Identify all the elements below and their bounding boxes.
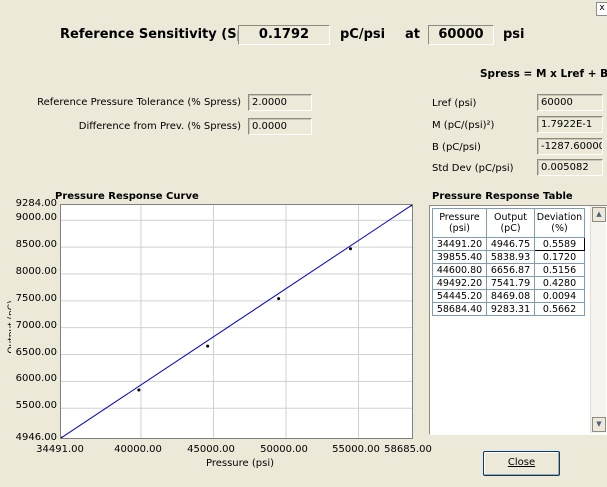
table-row[interactable]: 58684.40 9283.31 0.5662: [432, 302, 585, 316]
cell-deviation[interactable]: 0.0094: [534, 289, 585, 303]
b-field: -1287.600000: [537, 138, 603, 155]
chart-plot-area: [60, 204, 413, 439]
y-tick: 8500.00: [15, 239, 57, 250]
data-point: [206, 344, 210, 348]
lref-label: Lref (psi): [432, 98, 477, 109]
cell-output[interactable]: 6656.87: [486, 263, 535, 277]
pressure-response-chart: [61, 205, 412, 438]
fit-line: [61, 205, 412, 438]
cell-deviation[interactable]: 0.1720: [534, 250, 585, 264]
pressure-response-table: Pressure (psi) Output (pC) Deviation (%)…: [432, 208, 585, 316]
cell-deviation[interactable]: 0.5589: [534, 237, 585, 251]
sensitivity-value-field: 0.1792: [238, 25, 330, 45]
table-row[interactable]: 39855.40 5838.93 0.1720: [432, 250, 585, 264]
lref-field: 60000: [537, 94, 603, 111]
x-tick: 50000.00: [260, 444, 308, 455]
table-row[interactable]: 49492.20 7541.79 0.4280: [432, 276, 585, 290]
cell-output[interactable]: 8469.08: [486, 289, 535, 303]
table-row[interactable]: 34491.20 4946.75 0.5589: [432, 237, 585, 251]
y-tick: 6000.00: [15, 373, 57, 384]
table-row[interactable]: 54445.20 8469.08 0.0094: [432, 289, 585, 303]
window-close-icon[interactable]: x: [596, 2, 607, 16]
cell-output[interactable]: 4946.75: [486, 237, 535, 251]
std-dev-label: Std Dev (pC/psi): [432, 163, 514, 174]
x-tick: 34491.00: [36, 444, 84, 455]
chart-title: Pressure Response Curve: [55, 191, 199, 202]
table-header-output[interactable]: Output (pC): [486, 208, 535, 238]
close-button[interactable]: Close: [483, 451, 560, 476]
y-tick: 9284.00: [15, 198, 57, 209]
data-point: [137, 388, 141, 392]
close-button-label: Close: [507, 457, 536, 468]
table-header-deviation[interactable]: Deviation (%): [534, 208, 585, 238]
table-header-pressure[interactable]: Pressure (psi): [432, 208, 487, 238]
cell-pressure[interactable]: 39855.40: [432, 250, 487, 264]
cell-deviation[interactable]: 0.5156: [534, 263, 585, 277]
x-axis-label: Pressure (psi): [205, 458, 275, 469]
difference-prev-field[interactable]: 0.0000: [248, 118, 312, 135]
cell-pressure[interactable]: 44600.80: [432, 263, 487, 277]
pressure-tolerance-label: Reference Pressure Tolerance (% Spress): [37, 97, 241, 108]
pressure-table-container: Pressure (psi) Output (pC) Deviation (%)…: [429, 205, 607, 435]
x-tick: 45000.00: [187, 444, 235, 455]
cell-output[interactable]: 7541.79: [486, 276, 535, 290]
pressure-tolerance-field[interactable]: 2.0000: [248, 94, 312, 111]
data-point: [348, 247, 352, 251]
x-tick: 58685.00: [384, 444, 432, 455]
cell-pressure[interactable]: 58684.40: [432, 302, 487, 316]
scroll-up-icon[interactable]: ▲: [592, 207, 606, 222]
y-tick: 5500.00: [15, 400, 57, 411]
x-tick: 40000.00: [114, 444, 162, 455]
cell-deviation[interactable]: 0.5662: [534, 302, 585, 316]
y-tick: 4946.00: [15, 432, 57, 443]
y-tick: 8000.00: [15, 266, 57, 277]
cell-output[interactable]: 9283.31: [486, 302, 535, 316]
m-field: 1.7922E-1: [537, 116, 603, 133]
pressure-value-field: 60000: [428, 25, 494, 45]
m-label: M (pC/(psi)²): [432, 120, 495, 131]
cell-pressure[interactable]: 49492.20: [432, 276, 487, 290]
pressure-unit: psi: [503, 27, 525, 42]
sensitivity-unit: pC/psi: [340, 27, 386, 42]
cell-pressure[interactable]: 54445.20: [432, 289, 487, 303]
cell-deviation[interactable]: 0.4280: [534, 276, 585, 290]
scroll-down-icon[interactable]: ▼: [592, 417, 606, 432]
x-tick: 55000.00: [332, 444, 380, 455]
table-title: Pressure Response Table: [432, 191, 573, 202]
cell-output[interactable]: 5838.93: [486, 250, 535, 264]
std-dev-field: 0.005082: [537, 159, 603, 176]
at-label: at: [405, 27, 420, 42]
formula-label: Spress = M x Lref + B: [480, 68, 607, 80]
cell-pressure[interactable]: 34491.20: [432, 237, 487, 251]
y-tick: 9000.00: [15, 212, 57, 223]
b-label: B (pC/psi): [432, 142, 481, 153]
table-row[interactable]: 44600.80 6656.87 0.5156: [432, 263, 585, 277]
data-point: [277, 297, 281, 301]
table-scrollbar[interactable]: ▲ ▼: [590, 206, 606, 433]
difference-prev-label: Difference from Prev. (% Spress): [78, 121, 241, 132]
